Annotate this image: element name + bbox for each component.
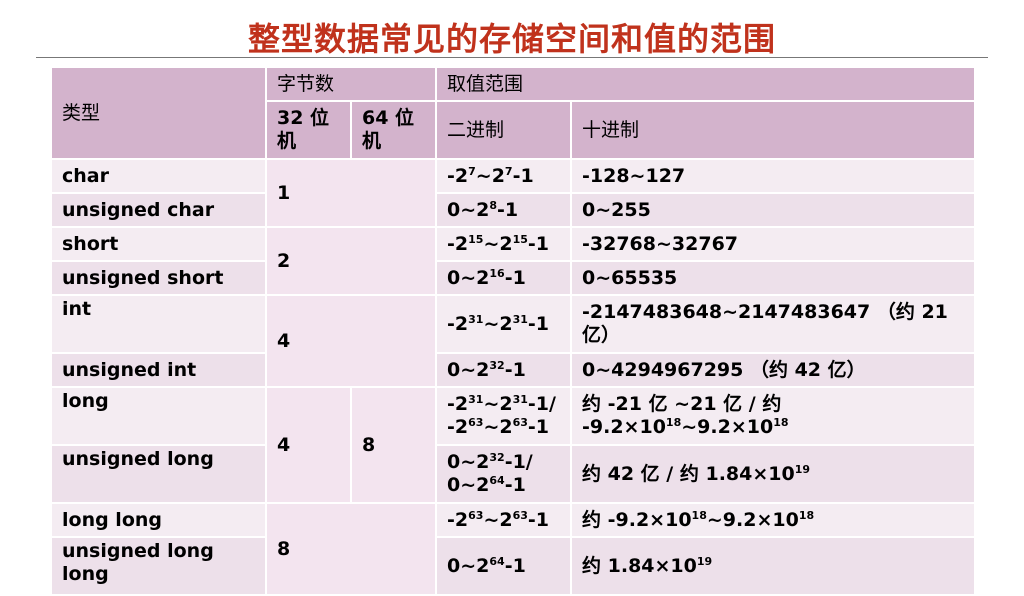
type-cell: unsigned char: [50, 192, 267, 228]
type-cell: long: [50, 386, 267, 446]
type-cell: unsigned long: [50, 444, 267, 504]
binary-range-cell: -231~231-1: [435, 294, 573, 354]
binary-range-cell: -263~263-1: [435, 502, 573, 538]
binary-range-cell: 0~264-1: [435, 536, 573, 596]
bytes-64bit-cell: 8: [349, 386, 438, 504]
type-cell: long long: [50, 502, 267, 538]
bytes-32bit-cell: 4: [265, 386, 352, 504]
bytes-cell: 2: [264, 226, 438, 296]
decimal-range-cell: 约 -21 亿 ~21 亿 / 约 -9.2×1018~9.2×1018: [570, 386, 977, 446]
binary-range-cell: -231~231-1/ -263~263-1: [435, 386, 573, 446]
page-title: 整型数据常见的存储空间和值的范围: [247, 20, 776, 58]
decimal-range-cell: 约 1.84×1019: [570, 536, 977, 596]
bytes-cell: 4: [264, 294, 438, 388]
decimal-range-cell: 约 42 亿 / 约 1.84×1019: [570, 444, 977, 504]
bytes-cell: 1: [264, 158, 438, 228]
header-range: 取值范围: [435, 66, 977, 102]
binary-range-cell: -27~27-1: [435, 158, 573, 194]
decimal-range-cell: 0~4294967295 （约 42 亿）: [570, 352, 977, 388]
type-cell: int: [50, 294, 267, 354]
integer-range-table: 类型 字节数 取值范围 32 位机 64 位机 二进制 十进制 char 1 -…: [50, 66, 977, 596]
type-cell: short: [50, 226, 267, 262]
header-32bit: 32 位机: [265, 100, 352, 160]
decimal-range-cell: 约 -9.2×1018~9.2×1018: [570, 502, 977, 538]
type-cell: unsigned short: [50, 260, 267, 296]
header-decimal: 十进制: [570, 100, 977, 160]
title-divider: [36, 57, 988, 58]
binary-range-cell: 0~232-1/ 0~264-1: [435, 444, 573, 504]
decimal-range-cell: -128~127: [570, 158, 977, 194]
decimal-range-cell: 0~65535: [570, 260, 977, 296]
binary-range-cell: -215~215-1: [435, 226, 573, 262]
header-binary: 二进制: [435, 100, 573, 160]
decimal-range-cell: -32768~32767: [570, 226, 977, 262]
type-cell: char: [50, 158, 267, 194]
header-bytes: 字节数: [264, 66, 438, 102]
binary-range-cell: 0~216-1: [435, 260, 573, 296]
bytes-cell: 8: [264, 502, 438, 596]
type-cell: unsigned long long: [50, 536, 267, 596]
binary-range-cell: 0~232-1: [435, 352, 573, 388]
type-cell: unsigned int: [50, 352, 267, 388]
header-type: 类型: [50, 66, 267, 160]
header-64bit: 64 位机: [349, 100, 438, 160]
binary-range-cell: 0~28-1: [435, 192, 573, 228]
decimal-range-cell: -2147483648~2147483647 （约 21 亿）: [570, 294, 977, 354]
decimal-range-cell: 0~255: [570, 192, 977, 228]
